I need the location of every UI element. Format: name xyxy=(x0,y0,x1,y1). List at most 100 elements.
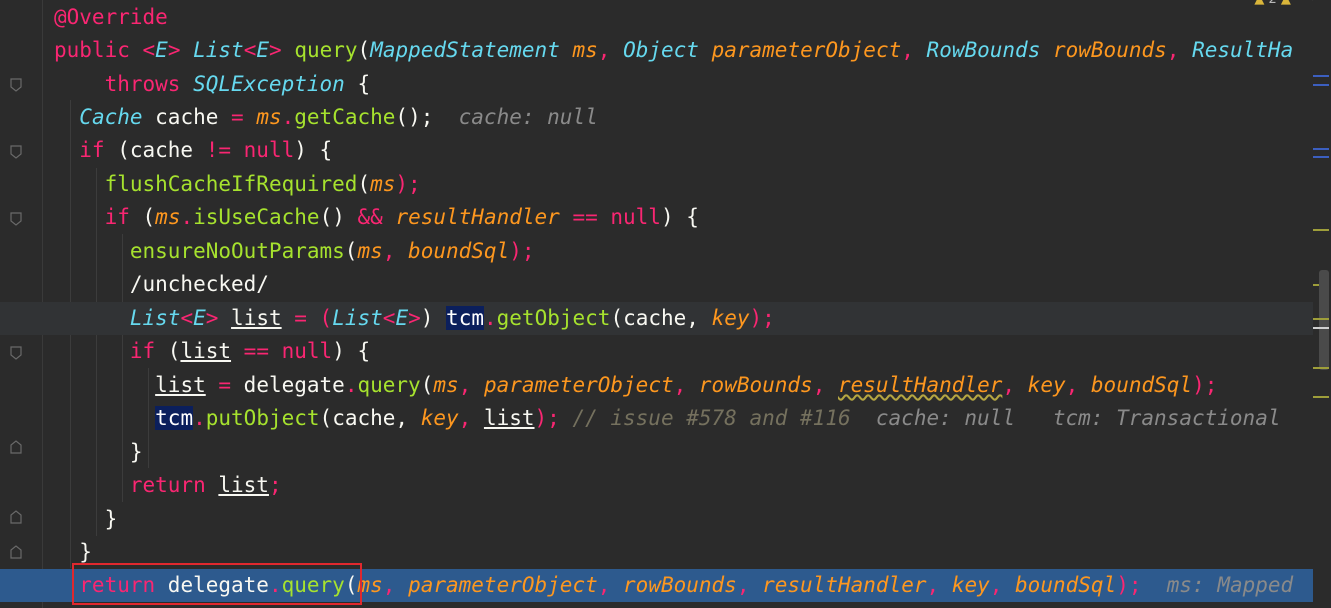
code-token: delegate xyxy=(243,373,345,397)
code-token: public xyxy=(54,38,143,62)
scroll-marker[interactable] xyxy=(1313,396,1329,398)
code-token: (cache, xyxy=(610,306,712,330)
code-token: return xyxy=(54,473,219,497)
code-line[interactable]: @Override xyxy=(0,1,1331,34)
code-token: = ( xyxy=(281,306,333,330)
code-token: != null xyxy=(205,138,295,162)
code-token: < xyxy=(142,38,156,62)
code-line[interactable]: if (ms.isUseCache() && resultHandler == … xyxy=(0,201,1331,234)
code-editor[interactable]: @Override public <E> List<E> query(Mapped… xyxy=(0,0,1331,608)
code-line[interactable]: tcm.putObject(cache, key, list); // issu… xyxy=(0,402,1331,435)
code-token: , xyxy=(597,573,624,597)
code-token: resultHandler xyxy=(395,205,573,229)
code-token: , xyxy=(458,373,484,397)
scroll-marker[interactable] xyxy=(1313,229,1329,231)
code-text[interactable]: Cache cache = ms.getCache(); cache: null xyxy=(54,101,597,134)
code-line[interactable]: Cache cache = ms.getCache(); cache: null xyxy=(0,101,1331,134)
scroll-marker[interactable] xyxy=(1313,156,1329,158)
prev-highlight-icon[interactable]: ⌃ xyxy=(1295,0,1306,7)
code-line[interactable]: ensureNoOutParams(ms, boundSql); xyxy=(0,235,1331,268)
scroll-marker[interactable] xyxy=(1313,318,1329,320)
code-token: getObject xyxy=(496,306,611,330)
code-token: boundSql xyxy=(1090,373,1193,397)
warning-count: 2 xyxy=(1268,0,1276,7)
scroll-thumb[interactable] xyxy=(1319,270,1329,370)
code-text[interactable]: tcm.putObject(cache, key, list); // issu… xyxy=(54,402,1280,435)
code-text[interactable]: } xyxy=(54,503,118,536)
scroll-marker[interactable] xyxy=(1313,75,1329,77)
code-token: ) { xyxy=(294,138,333,162)
code-token: query xyxy=(357,373,421,397)
code-line[interactable]: List<E> list = (List<E>) tcm.getObject(c… xyxy=(0,302,1331,335)
inspection-widget[interactable]: ▲ 2 ▲ ⌃ ⌄ xyxy=(1254,0,1321,7)
code-line[interactable]: } xyxy=(0,503,1331,536)
code-token: MappedStatement xyxy=(370,38,573,62)
code-token: , xyxy=(673,373,699,397)
code-text[interactable]: /unchecked/ xyxy=(54,268,269,301)
code-text[interactable]: return list; xyxy=(54,469,282,502)
code-text[interactable]: if (ms.isUseCache() && resultHandler == … xyxy=(54,201,699,234)
code-line[interactable]: return list; xyxy=(0,469,1331,502)
code-token: , xyxy=(382,239,409,263)
code-line[interactable]: /unchecked/ xyxy=(0,268,1331,301)
caret-marker[interactable] xyxy=(1313,327,1329,329)
editor-scrollbar[interactable] xyxy=(1313,0,1331,608)
code-token: , xyxy=(989,573,1016,597)
code-token: isUseCache xyxy=(193,205,320,229)
code-token: // issue #578 and #116 xyxy=(572,406,851,430)
code-text[interactable]: if (list == null) { xyxy=(54,335,370,368)
code-text[interactable]: flushCacheIfRequired(ms); xyxy=(54,168,421,201)
code-line[interactable]: if (list == null) { xyxy=(0,335,1331,368)
code-token: . xyxy=(344,373,358,397)
code-token: { xyxy=(357,72,371,96)
code-line[interactable]: list = delegate.query(ms, parameterObjec… xyxy=(0,369,1331,402)
code-token: resultHandler xyxy=(762,573,927,597)
code-line[interactable]: } xyxy=(0,436,1331,469)
code-token: list xyxy=(231,306,282,330)
code-token: ( xyxy=(142,205,156,229)
code-token: < xyxy=(382,306,396,330)
code-token: key xyxy=(711,306,750,330)
code-text[interactable]: public <E> List<E> query(MappedStatement… xyxy=(54,34,1293,67)
code-text[interactable]: if (cache != null) { xyxy=(54,134,332,167)
code-token: ms xyxy=(370,172,396,196)
code-text[interactable]: throws SQLException { xyxy=(54,68,371,101)
code-token: ms xyxy=(357,239,383,263)
code-line[interactable]: throws SQLException { xyxy=(0,68,1331,101)
code-text[interactable]: @Override xyxy=(54,1,168,34)
code-token: E xyxy=(256,38,270,62)
code-token: E xyxy=(155,38,168,62)
code-token: query xyxy=(294,38,358,62)
code-token: ms xyxy=(572,38,598,62)
code-text[interactable]: List<E> list = (List<E>) tcm.getObject(c… xyxy=(54,302,775,335)
code-text[interactable]: } xyxy=(54,436,143,469)
code-token: tcm xyxy=(446,306,484,330)
scroll-marker[interactable] xyxy=(1313,84,1329,86)
code-text[interactable]: list = delegate.query(ms, parameterObjec… xyxy=(54,369,1217,402)
code-token: ) { xyxy=(660,205,699,229)
code-token: parameterObject xyxy=(408,573,598,597)
code-token: == null xyxy=(572,205,661,229)
scroll-marker[interactable] xyxy=(1313,367,1329,369)
scroll-marker[interactable] xyxy=(1313,148,1329,150)
code-token: E xyxy=(395,306,409,330)
code-token: ( xyxy=(167,339,181,363)
code-text[interactable]: ensureNoOutParams(ms, boundSql); xyxy=(54,235,535,268)
code-token: = xyxy=(205,373,244,397)
code-token: Object xyxy=(623,38,712,62)
code-token: putObject xyxy=(205,406,320,430)
code-token: cache: null tcm: Transactional xyxy=(850,406,1281,430)
code-line[interactable]: public <E> List<E> query(MappedStatement… xyxy=(0,34,1331,67)
code-token: parameterObject xyxy=(711,38,902,62)
code-token: < xyxy=(180,306,194,330)
code-line[interactable]: flushCacheIfRequired(ms); xyxy=(0,168,1331,201)
code-token: , xyxy=(1166,38,1193,62)
code-token: && xyxy=(357,205,396,229)
code-line[interactable]: if (cache != null) { xyxy=(0,134,1331,167)
